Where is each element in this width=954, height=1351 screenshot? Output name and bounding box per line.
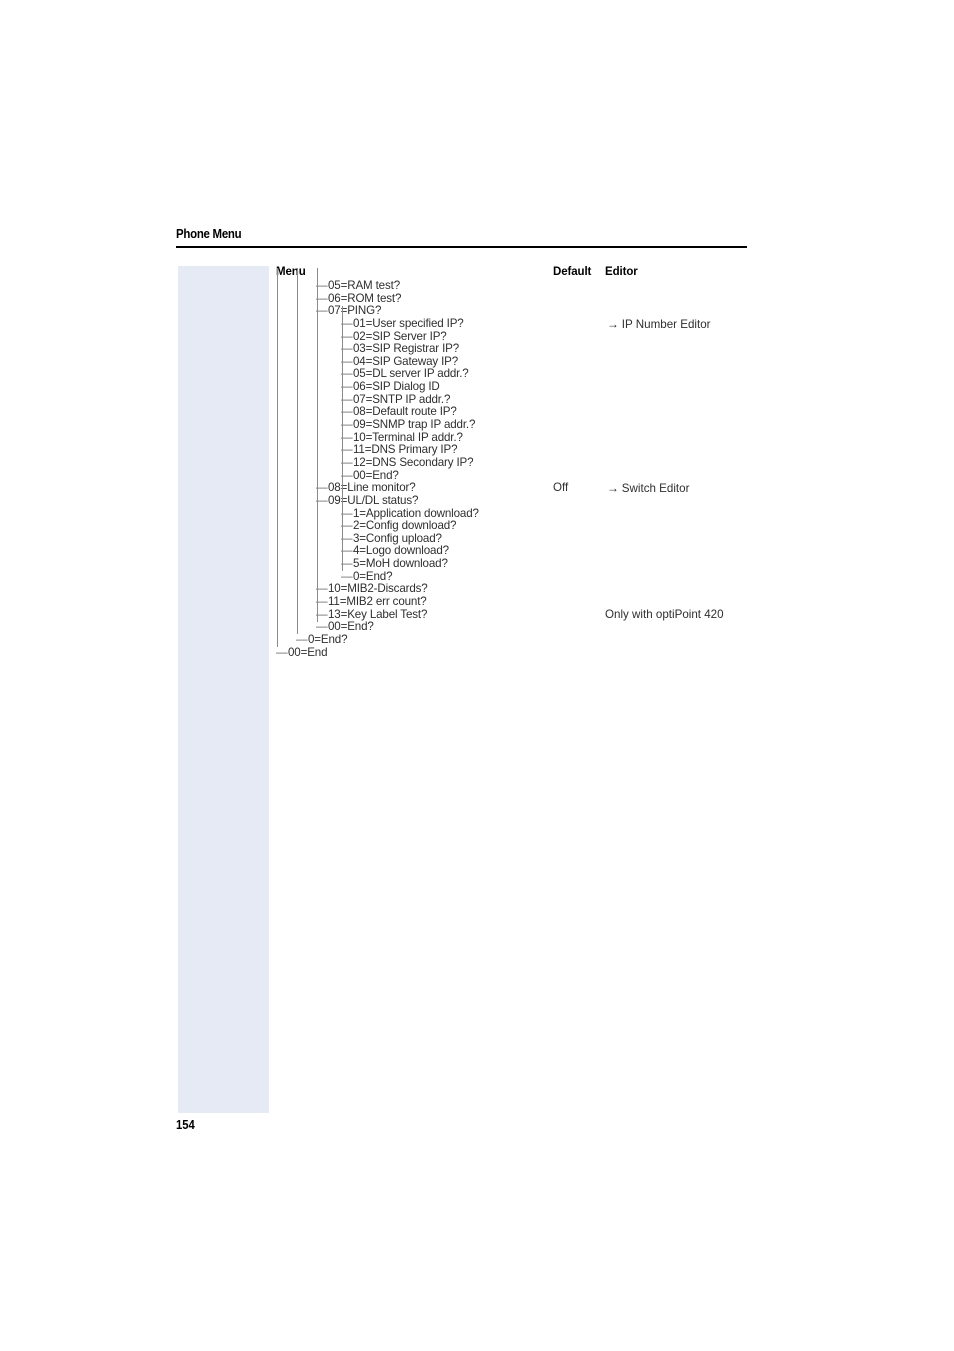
menu-tree-row: —00=End? (0, 621, 954, 634)
menu-tree-row: —0=End? (0, 632, 954, 647)
menu-tree-row: —10=Terminal IP addr.? (0, 431, 954, 445)
menu-tree-row: —07=SNTP IP addr.? (0, 393, 954, 407)
menu-tree-row: —10=MIB2-Discards? (0, 583, 954, 596)
menu-item-label: 0=End? (308, 632, 348, 646)
page-number: 154 (176, 1118, 195, 1132)
column-header-editor: Editor (605, 266, 638, 278)
menu-tree-row: —12=DNS Secondary IP? (0, 455, 954, 470)
menu-tree-row: —05=RAM test? (0, 279, 954, 293)
tree-guide-line (342, 501, 343, 571)
column-header-default: Default (553, 266, 592, 278)
editor-name: IP Number Editor (621, 317, 711, 331)
menu-item-label: 00=End (288, 645, 328, 659)
menu-tree-row: —04=SIP Gateway IP? (0, 355, 954, 369)
menu-item-label: 06=SIP Dialog ID (353, 380, 440, 394)
right-arrow-icon: → (607, 481, 619, 496)
menu-tree-row: —00=End? (0, 469, 954, 483)
menu-tree-row: —0=End? (0, 570, 954, 584)
menu-item-editor-ref: → IP Number Editor (607, 318, 711, 332)
menu-item-label: 12=DNS Secondary IP? (353, 455, 474, 469)
menu-item-label: 2=Config download? (353, 519, 457, 533)
menu-tree-row: —08=Line monitor? Off → Switch Editor (0, 482, 954, 495)
tree-guide-line (277, 268, 278, 647)
menu-tree-row: —09=UL/DL status? (0, 494, 954, 508)
menu-tree-row: —08=Default route IP? (0, 406, 954, 419)
menu-tree-row: —07=PING? (0, 305, 954, 318)
menu-tree: —05=RAM test? —06=ROM test? —07=PING? —01=U… (0, 268, 954, 660)
menu-item-note: Only with optiPoint 420 (605, 607, 724, 621)
menu-tree-row: —11=MIB2 err count? (0, 595, 954, 609)
menu-table: Menu Default Editor —05=RAM test? —06=ROM… (0, 0, 954, 1351)
menu-item-label: 09=SNMP trap IP addr.? (353, 418, 476, 432)
column-header-menu: Menu (276, 266, 306, 278)
menu-item-label: 03=SIP Registrar IP? (353, 342, 460, 356)
menu-tree-row: —3=Config upload? (0, 532, 954, 546)
menu-tree-row: —06=ROM test? (0, 292, 954, 306)
menu-tree-row: —1=Application download? (0, 507, 954, 521)
menu-tree-row: —09=SNMP trap IP addr.? (0, 418, 954, 432)
right-arrow-icon: → (607, 316, 619, 331)
menu-item-default-value: Off (553, 481, 569, 495)
tree-guide-line (297, 268, 298, 635)
menu-item-editor-ref: → Switch Editor (607, 482, 689, 496)
tree-branch-icon: — (276, 645, 288, 659)
menu-tree-row: —13=Key Label Test? Only with optiPoint 4… (0, 607, 954, 622)
menu-item-label: 11=MIB2 err count? (328, 595, 427, 609)
menu-tree-row: —00=End (0, 645, 954, 660)
menu-item-label: 01=User specified IP? (353, 316, 464, 330)
menu-tree-row: —02=SIP Server IP? (0, 330, 954, 344)
menu-tree-row: —5=MoH download? (0, 557, 954, 571)
menu-tree-row: —01=User specified IP? → IP Number Editor (0, 316, 954, 332)
menu-tree-row: —4=Logo download? (0, 545, 954, 558)
menu-item-label: 05=RAM test? (328, 279, 400, 292)
tree-branch-icon: — (296, 632, 308, 646)
menu-tree-row: —11=DNS Primary IP? (0, 444, 954, 457)
menu-tree-row: —03=SIP Registrar IP? (0, 343, 954, 356)
menu-tree-row: —2=Config download? (0, 520, 954, 533)
menu-item-label: 5=MoH download? (353, 557, 448, 571)
menu-tree-row: —06=SIP Dialog ID (0, 380, 954, 394)
menu-tree-row: —05=DL server IP addr.? (0, 368, 954, 381)
tree-guide-line (317, 268, 318, 622)
editor-name: Switch Editor (621, 482, 690, 496)
